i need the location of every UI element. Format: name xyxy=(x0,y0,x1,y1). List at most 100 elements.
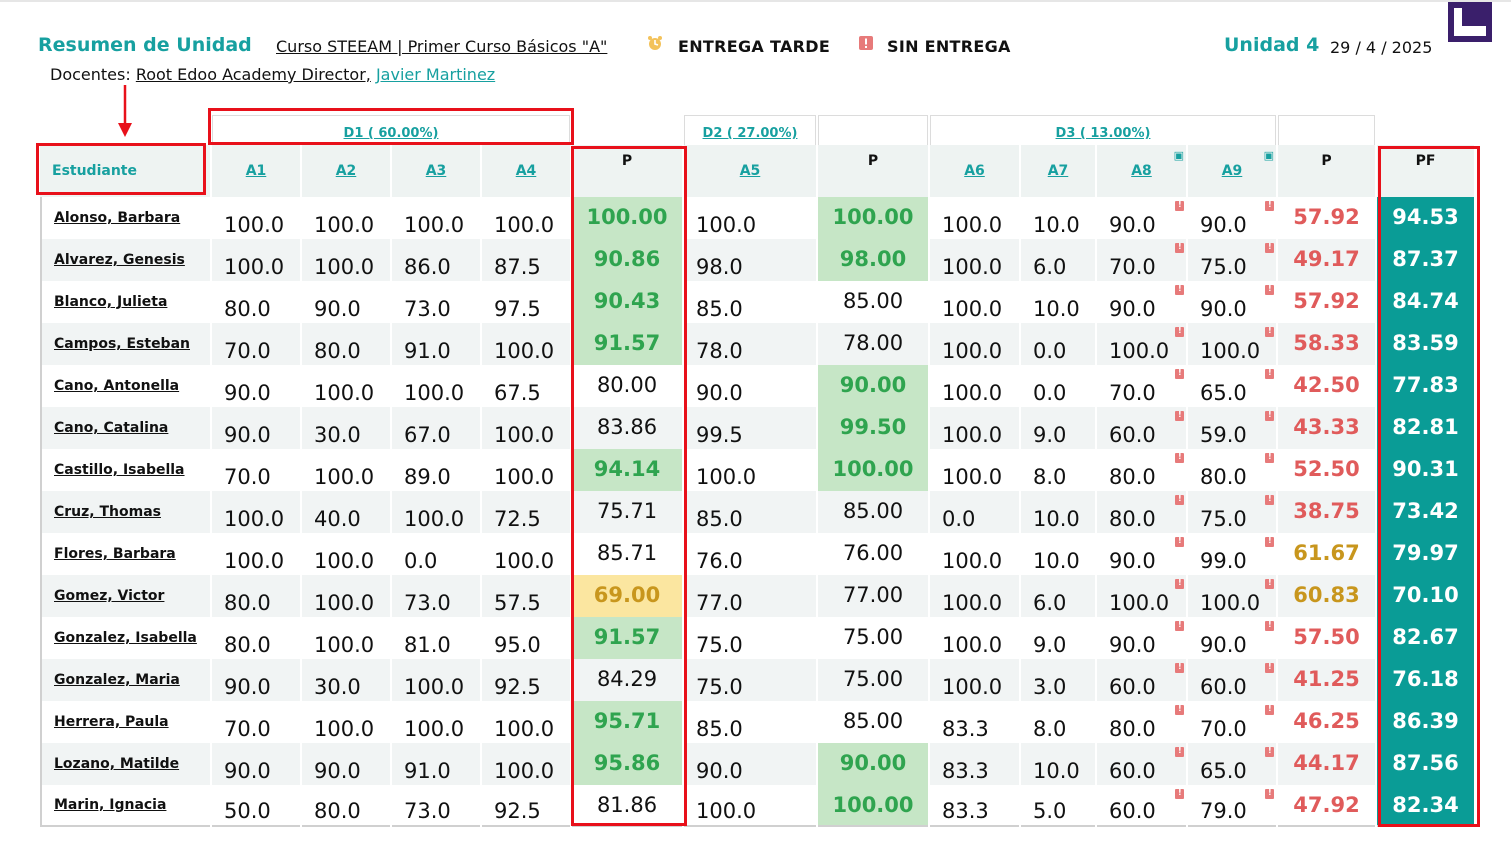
grade-cell-a9[interactable]: 90.0 xyxy=(1188,197,1276,239)
student-name-link-value[interactable]: Gomez, Victor xyxy=(54,588,164,604)
grade-cell-a7-value[interactable]: 5.0 xyxy=(1033,799,1066,823)
grade-cell-a3-value[interactable]: 73.0 xyxy=(404,799,451,823)
grade-cell-a7[interactable]: 9.0 xyxy=(1021,407,1095,449)
grade-cell-a7[interactable]: 10.0 xyxy=(1021,533,1095,575)
grade-cell-a2[interactable]: 80.0 xyxy=(302,323,390,365)
grade-cell-a5-value[interactable]: 90.0 xyxy=(696,759,743,783)
grade-cell-a6[interactable]: 100.0 xyxy=(930,533,1019,575)
grade-cell-a1-value[interactable]: 100.0 xyxy=(224,213,284,237)
grade-cell-a4[interactable]: 100.0 xyxy=(482,701,570,743)
grade-cell-a8-value[interactable]: 80.0 xyxy=(1109,465,1156,489)
grade-cell-a7[interactable]: 10.0 xyxy=(1021,491,1095,533)
course-link[interactable]: Curso STEEAM | Primer Curso Básicos "A" xyxy=(276,37,607,56)
group-d1-link[interactable]: D1 ( 60.00%) xyxy=(344,126,439,141)
grade-cell-a7-value[interactable]: 10.0 xyxy=(1033,213,1080,237)
grade-cell-a8[interactable]: 90.0 xyxy=(1097,617,1186,659)
grade-cell-a6-value[interactable]: 100.0 xyxy=(942,297,1002,321)
grade-cell-a7-value[interactable]: 8.0 xyxy=(1033,717,1066,741)
grade-cell-a2-value[interactable]: 90.0 xyxy=(314,297,361,321)
grade-cell-a8-value[interactable]: 60.0 xyxy=(1109,759,1156,783)
grade-cell-a1[interactable]: 80.0 xyxy=(212,575,300,617)
grade-cell-a8[interactable]: 100.0 xyxy=(1097,323,1186,365)
grade-cell-a3[interactable]: 91.0 xyxy=(392,743,480,785)
grade-cell-a4[interactable]: 100.0 xyxy=(482,533,570,575)
grade-cell-a8-value[interactable]: 70.0 xyxy=(1109,381,1156,405)
grade-cell-a6[interactable]: 100.0 xyxy=(930,617,1019,659)
grade-cell-a6[interactable]: 83.3 xyxy=(930,743,1019,785)
grade-cell-a4[interactable]: 100.0 xyxy=(482,323,570,365)
grade-cell-a1[interactable]: 50.0 xyxy=(212,785,300,827)
grade-cell-a2[interactable]: 100.0 xyxy=(302,365,390,407)
grade-cell-a5[interactable]: 90.0 xyxy=(684,365,816,407)
grade-cell-a5[interactable]: 100.0 xyxy=(684,449,816,491)
grade-cell-a4[interactable]: 87.5 xyxy=(482,239,570,281)
grade-cell-a9-value[interactable]: 65.0 xyxy=(1200,381,1247,405)
grade-cell-a9-value[interactable]: 79.0 xyxy=(1200,799,1247,823)
group-d2-link[interactable]: D2 ( 27.00%) xyxy=(703,126,798,141)
grade-cell-a1[interactable]: 70.0 xyxy=(212,449,300,491)
grade-cell-a7-value[interactable]: 6.0 xyxy=(1033,255,1066,279)
grade-cell-a4-value[interactable]: 92.5 xyxy=(494,675,541,699)
grade-cell-a5[interactable]: 76.0 xyxy=(684,533,816,575)
grade-cell-a1-value[interactable]: 90.0 xyxy=(224,759,271,783)
grade-cell-a4[interactable]: 72.5 xyxy=(482,491,570,533)
student-name-link[interactable]: Alvarez, Genesis xyxy=(40,239,210,281)
grade-cell-a2[interactable]: 30.0 xyxy=(302,407,390,449)
grade-cell-a4[interactable]: 100.0 xyxy=(482,743,570,785)
grade-cell-a1[interactable]: 90.0 xyxy=(212,365,300,407)
grade-cell-a5-value[interactable]: 85.0 xyxy=(696,297,743,321)
grade-cell-a7-value[interactable]: 9.0 xyxy=(1033,423,1066,447)
grade-cell-a3[interactable]: 100.0 xyxy=(392,491,480,533)
grade-cell-a3-value[interactable]: 91.0 xyxy=(404,339,451,363)
grade-cell-a3[interactable]: 100.0 xyxy=(392,365,480,407)
grade-cell-a5[interactable]: 85.0 xyxy=(684,281,816,323)
grade-cell-a3[interactable]: 67.0 xyxy=(392,407,480,449)
group-d3-link[interactable]: D3 ( 13.00%) xyxy=(1056,126,1151,141)
grade-cell-a7-value[interactable]: 0.0 xyxy=(1033,381,1066,405)
grade-cell-a8[interactable]: 60.0 xyxy=(1097,659,1186,701)
grade-cell-a3-value[interactable]: 91.0 xyxy=(404,759,451,783)
grade-cell-a9[interactable]: 75.0 xyxy=(1188,239,1276,281)
student-name-link-value[interactable]: Campos, Esteban xyxy=(54,336,190,352)
grade-cell-a5-value[interactable]: 100.0 xyxy=(696,213,756,237)
student-name-link[interactable]: Campos, Esteban xyxy=(40,323,210,365)
student-name-link[interactable]: Herrera, Paula xyxy=(40,701,210,743)
grade-cell-a1-value[interactable]: 100.0 xyxy=(224,255,284,279)
grade-cell-a3[interactable]: 86.0 xyxy=(392,239,480,281)
grade-cell-a1-value[interactable]: 100.0 xyxy=(224,549,284,573)
grade-cell-a2-value[interactable]: 100.0 xyxy=(314,717,374,741)
grade-cell-a5[interactable]: 99.5 xyxy=(684,407,816,449)
grade-cell-a9[interactable]: 99.0 xyxy=(1188,533,1276,575)
student-name-link[interactable]: Gonzalez, Isabella xyxy=(40,617,210,659)
grade-cell-a2[interactable]: 100.0 xyxy=(302,617,390,659)
grade-cell-a7[interactable]: 0.0 xyxy=(1021,365,1095,407)
grade-cell-a4-value[interactable]: 95.0 xyxy=(494,633,541,657)
grade-cell-a1-value[interactable]: 80.0 xyxy=(224,591,271,615)
grade-cell-a5[interactable]: 90.0 xyxy=(684,743,816,785)
grade-cell-a5-value[interactable]: 77.0 xyxy=(696,591,743,615)
grade-cell-a9[interactable]: 100.0 xyxy=(1188,575,1276,617)
grade-cell-a4-value[interactable]: 87.5 xyxy=(494,255,541,279)
grade-cell-a6[interactable]: 100.0 xyxy=(930,323,1019,365)
grade-cell-a3[interactable]: 73.0 xyxy=(392,281,480,323)
grade-cell-a8[interactable]: 60.0 xyxy=(1097,785,1186,827)
grade-cell-a2[interactable]: 80.0 xyxy=(302,785,390,827)
grade-cell-a6-value[interactable]: 100.0 xyxy=(942,675,1002,699)
grade-cell-a9[interactable]: 100.0 xyxy=(1188,323,1276,365)
grade-cell-a2[interactable]: 100.0 xyxy=(302,575,390,617)
grade-cell-a1-value[interactable]: 80.0 xyxy=(224,633,271,657)
grade-cell-a4-value[interactable]: 72.5 xyxy=(494,507,541,531)
grade-cell-a4-value[interactable]: 100.0 xyxy=(494,549,554,573)
grade-cell-a1[interactable]: 90.0 xyxy=(212,743,300,785)
grade-cell-a4[interactable]: 100.0 xyxy=(482,197,570,239)
header-a1-link[interactable]: A1 xyxy=(246,163,267,179)
header-a2-link[interactable]: A2 xyxy=(336,163,357,179)
grade-cell-a9[interactable]: 59.0 xyxy=(1188,407,1276,449)
grade-cell-a8-value[interactable]: 90.0 xyxy=(1109,297,1156,321)
grade-cell-a2[interactable]: 90.0 xyxy=(302,743,390,785)
grade-cell-a6[interactable]: 100.0 xyxy=(930,659,1019,701)
grade-cell-a9-value[interactable]: 100.0 xyxy=(1200,591,1260,615)
grade-cell-a1-value[interactable]: 80.0 xyxy=(224,297,271,321)
grade-cell-a2-value[interactable]: 100.0 xyxy=(314,213,374,237)
grade-cell-a8-value[interactable]: 60.0 xyxy=(1109,423,1156,447)
